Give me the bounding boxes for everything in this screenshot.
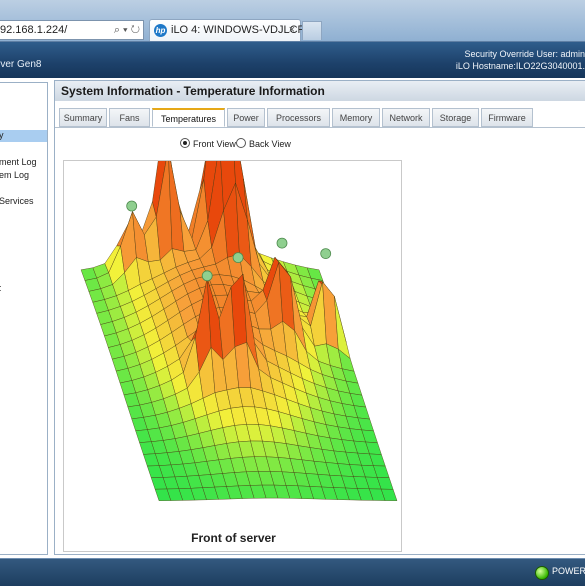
address-text[interactable]: 92.168.1.224/ [0, 24, 67, 36]
address-controls[interactable]: ⌕ ▾ ↻ [114, 21, 140, 39]
sensor-marker[interactable] [320, 248, 332, 259]
sidebar-item-system-log[interactable]: em Log [0, 170, 47, 180]
browser-tab-title: iLO 4: WINDOWS-VDJLCF9 ... [171, 24, 323, 36]
power-led-icon [535, 566, 549, 580]
sidebar-item-label: : [0, 283, 2, 293]
sensor-marker[interactable] [232, 252, 244, 263]
tab-power[interactable]: Power [227, 108, 265, 127]
sidebar-item-selected[interactable]: y [0, 130, 47, 142]
tab-fans[interactable]: Fans [109, 108, 150, 127]
chart-caption: Front of server [191, 531, 276, 545]
sidebar-item-label: em Log [0, 170, 30, 180]
front-view-radio[interactable]: Front View [180, 138, 236, 149]
temperature-map: Front of server [63, 160, 402, 552]
sidebar-nav: y ment Log em Log Services : [0, 82, 48, 555]
tab-network[interactable]: Network [382, 108, 430, 127]
radio-checked-icon [180, 138, 190, 148]
address-bar[interactable]: 92.168.1.224/ ⌕ ▾ ↻ [0, 20, 144, 40]
tab-divider [55, 127, 585, 128]
ilo-header: rver Gen8 Security Override User: admin … [0, 42, 585, 78]
sidebar-item-services[interactable]: Services [0, 196, 47, 206]
close-tab-icon[interactable]: × [289, 20, 295, 41]
sidebar-item-label: Services [0, 196, 34, 206]
server-name: rver Gen8 [0, 59, 42, 70]
sidebar-item-event-log[interactable]: ment Log [0, 157, 47, 167]
sidebar-item-label: ment Log [0, 157, 37, 167]
front-view-label: Front View [193, 139, 236, 149]
hp-logo-icon: hp [154, 24, 167, 37]
tab-firmware[interactable]: Firmware [481, 108, 533, 127]
sensor-marker[interactable] [126, 200, 138, 212]
back-view-radio[interactable]: Back View [236, 138, 291, 149]
sidebar-item-label: y [0, 130, 4, 140]
main-panel: System Information - Temperature Informa… [54, 80, 585, 555]
ilo-hostname: iLO Hostname:ILO22G3040001. [455, 61, 585, 71]
page-title: System Information - Temperature Informa… [55, 81, 585, 101]
radio-unchecked-icon [236, 138, 246, 148]
status-bar: POWER [0, 558, 585, 586]
power-label: POWER [552, 566, 585, 576]
browser-tab-active[interactable]: hp iLO 4: WINDOWS-VDJLCF9 ... × [149, 19, 323, 41]
new-tab-button[interactable] [302, 21, 322, 40]
security-user: Security Override User: admin [464, 49, 585, 59]
temperature-surface [80, 161, 398, 501]
back-view-label: Back View [249, 139, 291, 149]
tab-storage[interactable]: Storage [432, 108, 479, 127]
sidebar-item-other[interactable]: : [0, 283, 47, 293]
tab-processors[interactable]: Processors [267, 108, 330, 127]
tab-memory[interactable]: Memory [332, 108, 380, 127]
sensor-marker[interactable] [201, 270, 213, 282]
tab-summary[interactable]: Summary [59, 108, 107, 127]
sensor-marker[interactable] [276, 237, 288, 249]
browser-toolbar: 92.168.1.224/ ⌕ ▾ ↻ hp iLO 4: WINDOWS-VD… [0, 0, 585, 42]
tab-temperatures[interactable]: Temperatures [152, 108, 225, 127]
